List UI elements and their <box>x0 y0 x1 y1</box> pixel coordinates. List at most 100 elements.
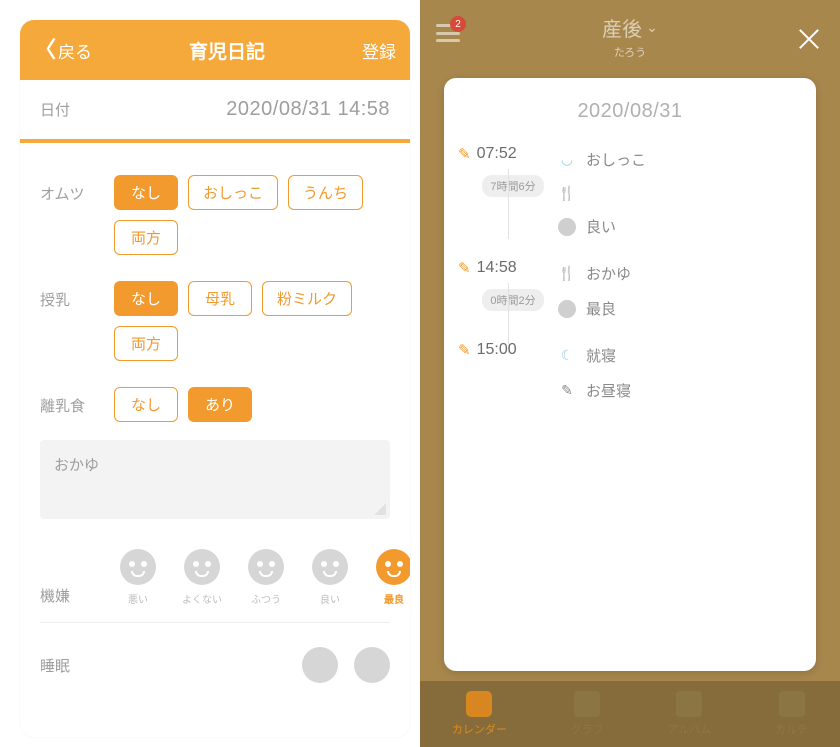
pencil-icon: ✎ <box>458 145 471 163</box>
mood-option[interactable]: 最良 <box>370 549 410 606</box>
mood-face-icon <box>558 300 576 318</box>
timeline-item[interactable]: ◡ おしっこ <box>558 145 798 180</box>
timeline-item-text: お昼寝 <box>586 380 631 401</box>
option-chip[interactable]: あり <box>188 387 252 422</box>
tab-calendar[interactable]: カレンダー <box>452 691 507 737</box>
mood-option[interactable]: よくない <box>178 549 226 606</box>
diary-form-screen: 〈 戻る 育児日記 登録 日付 2020/08/31 14:58 オムツ なしお… <box>0 0 420 747</box>
sleep-face-icon[interactable] <box>302 647 338 683</box>
header-bar: 〈 戻る 育児日記 登録 <box>20 20 410 80</box>
timeline-item[interactable]: 良い <box>558 212 798 247</box>
mood-face-icon <box>120 549 156 585</box>
tab-label: グラフ <box>571 721 604 737</box>
screen-title: 育児日記 <box>189 37 265 64</box>
option-chip[interactable]: なし <box>114 281 178 316</box>
timeline-time[interactable]: ✎ 14:58 <box>458 259 558 277</box>
mood-option-label: 最良 <box>384 591 404 606</box>
note-textarea[interactable]: おかゆ <box>40 440 390 519</box>
option-chip[interactable]: うんち <box>288 175 363 210</box>
option-chip[interactable]: なし <box>114 387 178 422</box>
tab-label: カレンダー <box>452 721 507 737</box>
form-card: 〈 戻る 育児日記 登録 日付 2020/08/31 14:58 オムツ なしお… <box>20 20 410 737</box>
gap-pill: 7時間6分 <box>482 175 543 197</box>
tab-album[interactable]: アルバム <box>667 691 711 737</box>
mood-face-icon <box>312 549 348 585</box>
timeline-time[interactable]: ✎ 07:52 <box>458 145 558 163</box>
timeline-time[interactable]: ✎ 15:00 <box>458 341 558 359</box>
timeline-item-text: 就寝 <box>586 345 616 366</box>
timeline-gap: 7時間6分 <box>468 175 558 197</box>
option-chip[interactable]: 両方 <box>114 220 178 255</box>
mood-option[interactable]: 悪い <box>114 549 162 606</box>
option-chip[interactable]: 母乳 <box>188 281 252 316</box>
option-chip[interactable]: 粉ミルク <box>262 281 352 316</box>
meal-icon: 🍴 <box>558 184 576 202</box>
timeline-connector <box>508 169 509 239</box>
top-bar: 2 産後⌄ たろう <box>420 0 840 72</box>
time-text: 14:58 <box>477 259 517 277</box>
nursing-label: 授乳 <box>40 281 114 310</box>
album-icon <box>676 691 702 717</box>
mood-option-label: 良い <box>320 591 340 606</box>
tab-label: カルテ <box>775 721 808 737</box>
timeline: ✎ 07:52 7時間6分 ◡ おしっこ 🍴 良い ✎ 14:58 0時間2分 🍴おかゆ最良 ✎ 15:… <box>444 139 816 417</box>
gap-pill: 0時間2分 <box>482 289 543 311</box>
mood-option-label: ふつう <box>251 591 281 606</box>
back-button[interactable]: 〈 戻る <box>34 38 92 63</box>
diaper-label: オムツ <box>40 175 114 204</box>
timeline-item-text: 良い <box>586 216 616 237</box>
timeline-item-text: 最良 <box>586 298 616 319</box>
nursing-field: 授乳 なし母乳粉ミルク両方 <box>40 259 390 365</box>
date-field[interactable]: 日付 2020/08/31 14:58 <box>20 80 410 143</box>
mood-option[interactable]: 良い <box>306 549 354 606</box>
sleep-field: 睡眠 <box>40 622 390 683</box>
pencil-icon: ✎ <box>458 341 471 359</box>
tab-label: アルバム <box>667 721 711 737</box>
karte-icon <box>779 691 805 717</box>
date-label: 日付 <box>40 99 70 120</box>
option-chip[interactable]: おしっこ <box>188 175 278 210</box>
timeline-entry: ✎ 07:52 7時間6分 ◡ おしっこ 🍴 良い <box>458 139 798 253</box>
weaning-field: 離乳食 なしあり <box>40 365 390 426</box>
pencil-icon: ✎ <box>558 382 576 400</box>
topbar-title[interactable]: 産後⌄ たろう <box>602 13 658 60</box>
mood-face-icon <box>558 218 576 236</box>
notification-badge[interactable]: 2 <box>450 16 466 32</box>
mood-option[interactable]: ふつう <box>242 549 290 606</box>
timeline-item[interactable]: ☾就寝 <box>558 341 798 376</box>
sleep-face-icon[interactable] <box>354 647 390 683</box>
timeline-gap: 0時間2分 <box>468 289 558 311</box>
register-button[interactable]: 登録 <box>362 38 396 63</box>
timeline-item-text: おしっこ <box>586 149 646 170</box>
option-chip[interactable]: 両方 <box>114 326 178 361</box>
tab-graph[interactable]: グラフ <box>571 691 604 737</box>
sleep-options <box>302 647 390 683</box>
chevron-down-icon: ⌄ <box>646 19 658 36</box>
time-text: 15:00 <box>477 341 517 359</box>
diaper-icon: ◡ <box>558 151 576 169</box>
mood-face-icon <box>184 549 220 585</box>
diaper-field: オムツ なしおしっこうんち両方 <box>40 153 390 259</box>
tab-karte[interactable]: カルテ <box>775 691 808 737</box>
close-button[interactable] <box>796 26 822 52</box>
timeline-item[interactable]: 最良 <box>558 294 798 329</box>
nursing-options: なし母乳粉ミルク両方 <box>114 281 390 361</box>
pencil-icon: ✎ <box>458 259 471 277</box>
time-text: 07:52 <box>477 145 517 163</box>
timeline-entry: ✎ 15:00 ☾就寝 ✎ お昼寝 <box>458 335 798 417</box>
tab-bar: カレンダー グラフ アルバム カルテ <box>420 681 840 747</box>
timeline-entry: ✎ 14:58 0時間2分 🍴おかゆ最良 <box>458 253 798 335</box>
sleep-label: 睡眠 <box>40 647 114 676</box>
timeline-item[interactable]: 🍴 <box>558 180 798 212</box>
note-value: おかゆ <box>54 457 99 474</box>
diaper-options: なしおしっこうんち両方 <box>114 175 390 255</box>
weaning-options: なしあり <box>114 387 252 422</box>
timeline-item[interactable]: 🍴おかゆ <box>558 259 798 294</box>
timeline-item[interactable]: ✎ お昼寝 <box>558 376 798 411</box>
mood-field: 機嫌 悪いよくないふつう良い最良 <box>40 519 390 614</box>
option-chip[interactable]: なし <box>114 175 178 210</box>
card-date: 2020/08/31 <box>444 78 816 139</box>
calendar-icon <box>466 691 492 717</box>
topbar-subtitle: たろう <box>602 44 658 60</box>
back-label: 戻る <box>58 38 92 63</box>
